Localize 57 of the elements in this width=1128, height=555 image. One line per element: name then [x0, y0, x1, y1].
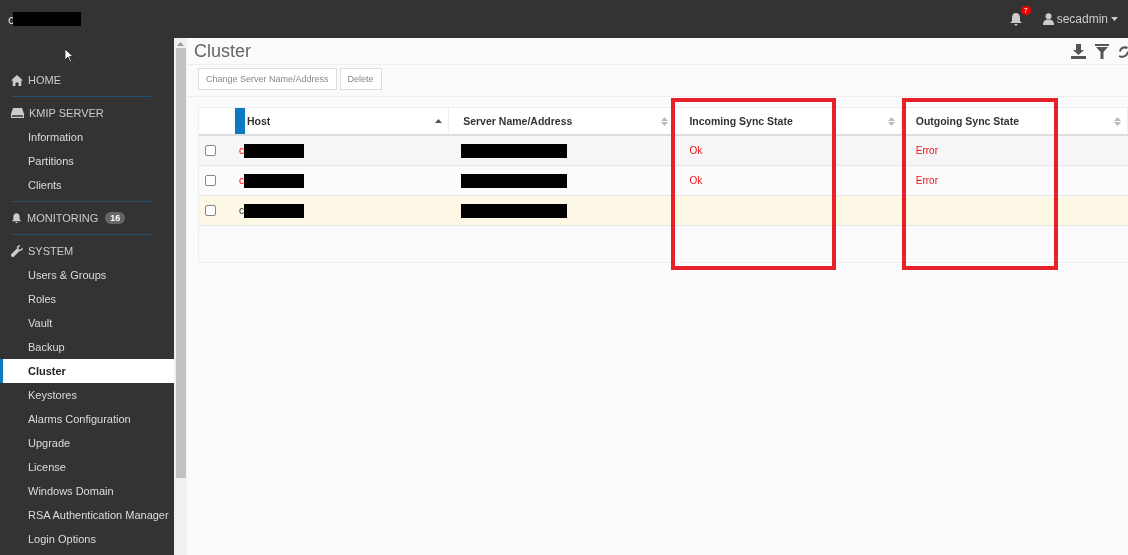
column-header[interactable]: Host	[222, 108, 450, 134]
sidebar-section[interactable]: HOME	[0, 68, 174, 92]
redaction-bar	[243, 203, 304, 218]
row-checkbox[interactable]	[205, 205, 217, 216]
sidebar-item[interactable]: Backup	[0, 335, 174, 359]
sidebar-item[interactable]: Users & Groups	[0, 263, 174, 287]
scroll-up-icon	[177, 42, 184, 46]
redaction-bar	[243, 173, 304, 188]
host-text: c	[238, 175, 244, 186]
user-icon	[1042, 13, 1054, 25]
count-badge: 16	[105, 212, 126, 224]
filter-icon[interactable]	[1095, 43, 1109, 59]
sidebar-item[interactable]: Roles	[0, 287, 174, 311]
bell-icon	[11, 212, 22, 224]
sidebar-section[interactable]: KMIP SERVER	[0, 101, 174, 125]
scrollbar-thumb[interactable]	[175, 48, 186, 478]
sidebar-item[interactable]: Login Options	[0, 527, 174, 551]
table-cell: Ok	[689, 145, 703, 156]
row-checkbox[interactable]	[205, 145, 217, 156]
sidebar-item[interactable]: Alarms Configuration	[0, 407, 174, 431]
wrench-icon	[11, 245, 23, 257]
table-cell: Ok	[689, 175, 703, 186]
row-checkbox[interactable]	[205, 175, 217, 186]
sidebar-item[interactable]: Clients	[0, 173, 174, 197]
notifications-button[interactable]	[1008, 12, 1023, 26]
table-cell: Error	[915, 175, 938, 186]
host-text: c	[238, 145, 244, 156]
sidebar-item[interactable]: Partitions	[0, 149, 174, 173]
sidebar-item[interactable]: RSA Authentication Manager	[0, 503, 174, 527]
sidebar-section[interactable]: MONITORING 16	[0, 206, 174, 230]
sidebar-item[interactable]: Windows Domain	[0, 479, 174, 503]
cursor-icon	[65, 49, 73, 62]
column-header[interactable]: Server Name/Address	[449, 108, 676, 134]
page-title: Cluster	[194, 40, 251, 62]
scrollbar[interactable]	[174, 38, 187, 555]
refresh-icon[interactable]	[1118, 43, 1128, 59]
toolbar-button[interactable]: Delete	[339, 68, 382, 90]
redaction-bar	[243, 143, 304, 158]
sidebar-item[interactable]: Cluster	[0, 359, 174, 383]
bell-icon	[1008, 12, 1023, 26]
sidebar-item[interactable]: Vault	[0, 311, 174, 335]
table-cell: Error	[915, 145, 938, 156]
host-text: c	[238, 205, 244, 216]
caret-icon	[1111, 17, 1118, 21]
redaction-bar	[12, 12, 81, 26]
drive-icon	[11, 108, 24, 118]
column-header[interactable]: Outgoing Sync State	[901, 108, 1128, 134]
home-icon	[11, 74, 23, 86]
download-icon[interactable]	[1071, 43, 1086, 59]
toolbar-button[interactable]: Change Server Name/Address	[198, 68, 337, 90]
sidebar-section[interactable]: SYSTEM	[0, 239, 174, 263]
sidebar-item[interactable]: License	[0, 455, 174, 479]
column-header[interactable]: Incoming Sync State	[675, 108, 902, 134]
user-menu[interactable]: secadmin	[1042, 12, 1118, 26]
sidebar-item[interactable]: Information	[0, 125, 174, 149]
sidebar-item[interactable]: Keystores	[0, 383, 174, 407]
sidebar-item[interactable]: Upgrade	[0, 431, 174, 455]
